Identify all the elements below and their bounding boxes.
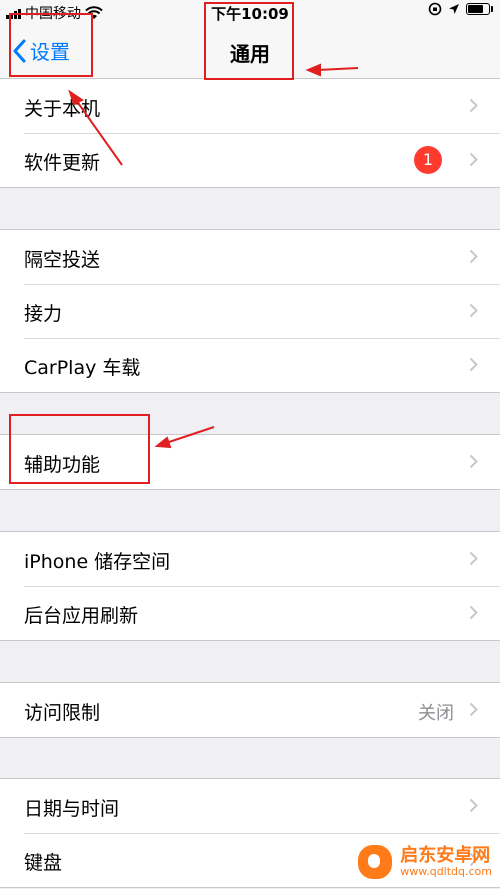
annotation-arrowhead-3 [154,436,172,449]
annotation-arrowhead-2 [305,63,321,77]
watermark-logo-icon [356,843,395,881]
annotation-arrow-1 [75,99,123,166]
watermark-text: 启东安卓网 www.qdltdq.com [400,844,492,878]
annotation-arrow-3 [165,426,215,444]
annotation-arrows [68,63,359,449]
annotation-arrowhead-1 [68,89,84,106]
watermark: 启东安卓网 www.qdltdq.com [356,843,492,881]
watermark-url: www.qdltdq.com [400,864,492,878]
annotation-arrow-2 [317,67,359,71]
watermark-title: 启东安卓网 [400,844,491,866]
